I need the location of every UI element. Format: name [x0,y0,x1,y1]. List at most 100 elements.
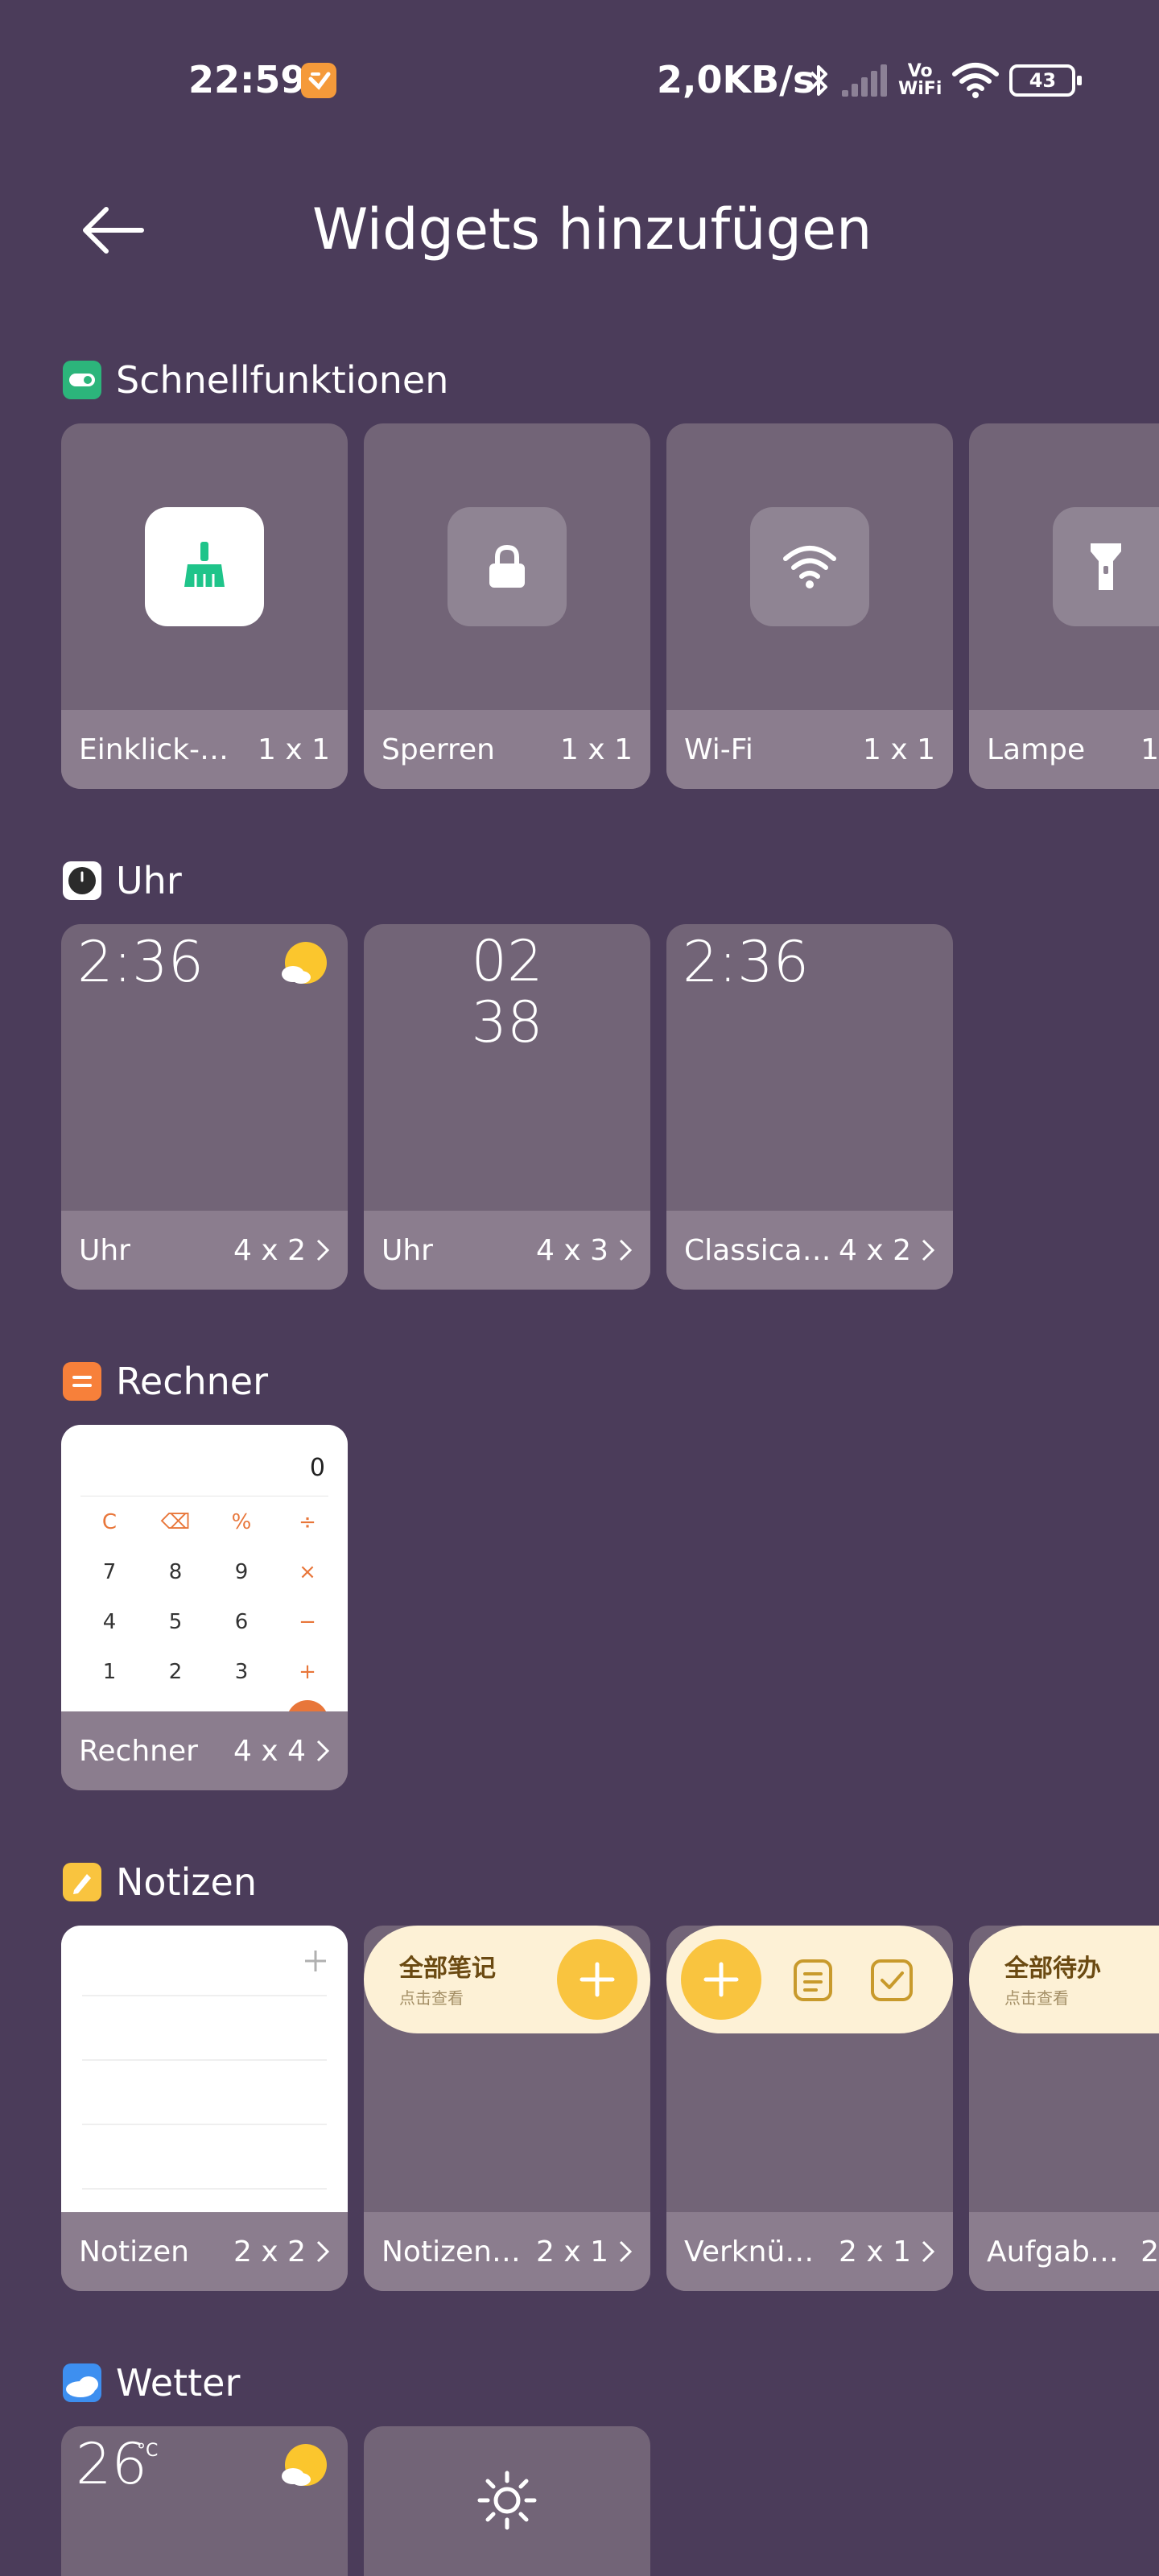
add-note-button [681,1939,761,2020]
section-title-label: Rechner [116,1360,269,1403]
notes-icon [63,1863,101,1901]
calc-key: 3 [234,1660,249,1684]
card-size: 2 x 1 [536,2235,608,2268]
pill-title: 全部笔记 [399,1955,496,1983]
arrow-left-icon [83,207,144,254]
broom-icon [184,542,225,587]
calc-key: 6 [234,1610,249,1634]
signal-icon [840,63,889,98]
section-calculator: Rechner [63,1357,268,1406]
battery-icon: 43 [1009,64,1083,97]
widget-card-notes-2x2[interactable]: Notizen 2 x 2 [61,1926,348,2291]
card-size: 1 [1140,733,1159,766]
widget-card-clock-4x3[interactable]: 02 38 Uhr 4 x 3 [364,924,650,1290]
section-clock: Uhr [63,857,182,905]
card-size: 4 x 2 [233,1233,306,1267]
calc-key: 1 [102,1660,117,1684]
calculator-display: 0 [309,1454,325,1482]
calc-key: × [299,1560,316,1584]
plus-icon [703,1962,739,1997]
clock-preview-time: 2:36 [683,929,810,995]
notes-pill-preview: 全部笔记 点击查看 [364,1926,650,2033]
plus-icon [580,1962,615,1997]
cleaner-tile [145,507,264,626]
card-name: Verknüpf… [684,2235,832,2268]
widget-card-cleaner[interactable]: Einklick-… 1 x 1 [61,423,348,789]
page-title: Widgets hinzufügen [312,196,872,262]
widget-card-clock-classical[interactable]: 2:36 Classical… 4 x 2 [666,924,953,1290]
lock-tile [448,507,567,626]
calc-key: C [101,1510,118,1534]
card-size: 1 x 1 [560,733,633,766]
card-footer: Einklick-… 1 x 1 [61,710,348,789]
widget-card-wifi[interactable]: Wi-Fi 1 x 1 [666,423,953,789]
widget-card-lock[interactable]: Sperren 1 x 1 [364,423,650,789]
section-notes: Notizen [63,1858,257,1906]
status-icons: Vo WiFi 43 [808,56,1083,105]
card-size: 2 x 2 [233,2235,306,2268]
card-name: Classical… [684,1233,832,1267]
toggle-icon [63,361,101,399]
clock-preview-time: 2:36 [77,929,204,995]
weather-sun-icon [282,942,327,984]
card-name: Sperren [382,733,495,766]
widget-card-todo[interactable]: 全部待办 点击查看 Aufgabe… 2 [969,1926,1159,2291]
card-footer: Classical… 4 x 2 [666,1211,953,1290]
bluetooth-icon [808,61,831,100]
chevron-right-icon [316,1740,330,1762]
wifi-icon [783,546,836,588]
widget-card-calculator[interactable]: 0 C ⌫ % ÷ 7 8 9 × 4 5 6 − 1 2 3 + Rechne… [61,1425,348,1790]
wifi-icon [951,61,1000,100]
checkbox-icon [871,1959,913,2001]
card-size: 1 x 1 [258,733,330,766]
app-notification-icon [301,63,336,98]
back-button[interactable] [74,193,155,266]
vowifi-bottom: WiFi [898,79,942,99]
card-footer: Wi-Fi 1 x 1 [666,710,953,789]
calc-key: − [299,1610,316,1634]
clock-preview-hours: 02 [471,928,543,994]
card-footer: Rechner 4 x 4 [61,1711,348,1790]
shortcuts-pill-preview [666,1926,953,2033]
widget-card-weather-sun[interactable] [364,2426,650,2576]
add-note-button [557,1939,637,2020]
calculator-icon [63,1362,101,1401]
status-bar: 22:59 2,0KB/s Vo WiFi 43 [0,0,1159,161]
widget-card-notes-shortcuts[interactable]: Verknüpf… 2 x 1 [666,1926,953,2291]
weather-icon [63,2363,101,2402]
clock-icon [63,861,101,900]
plus-icon [305,1951,326,1971]
card-name: Aufgabe… [987,2235,1135,2268]
widget-card-clock-4x2[interactable]: 2:36 Uhr 4 x 2 [61,924,348,1290]
section-title-label: Schnellfunktionen [116,358,449,402]
calc-key: 5 [168,1610,183,1634]
calc-key: + [299,1660,316,1684]
note-list-icon [794,1959,832,2001]
calc-key: ÷ [299,1510,316,1534]
network-speed: 2,0KB/s [657,58,815,101]
battery-level: 43 [1029,69,1057,92]
card-size: 2 [1140,2235,1159,2268]
card-size: 2 x 1 [839,2235,911,2268]
widget-card-notes-2x1[interactable]: 全部笔记 点击查看 Notizen… 2 x 1 [364,1926,650,2291]
card-size: 4 x 3 [536,1233,608,1267]
section-title-label: Uhr [116,859,182,902]
card-name: Lampe [987,733,1086,766]
chevron-right-icon [619,2240,633,2263]
todo-pill-preview: 全部待办 点击查看 [969,1926,1159,2033]
widget-card-flashlight[interactable]: Lampe 1 [969,423,1159,789]
widget-card-weather-temp[interactable]: 26 °C [61,2426,348,2576]
card-footer: Verknüpf… 2 x 1 [666,2212,953,2291]
card-footer: Uhr 4 x 2 [61,1211,348,1290]
card-footer: Aufgabe… 2 [969,2212,1159,2291]
clock-preview-minutes: 38 [471,989,543,1055]
chevron-right-icon [316,1239,330,1261]
sun-outline-icon [477,2471,537,2530]
notes-preview [61,1926,348,2212]
vowifi-indicator: Vo WiFi [898,63,942,98]
chevron-right-icon [316,2240,330,2263]
weather-sun-icon [282,2444,327,2486]
weather-unit: °C [137,2441,159,2461]
card-name: Wi-Fi [684,733,753,766]
calc-key: ⌫ [160,1510,191,1534]
